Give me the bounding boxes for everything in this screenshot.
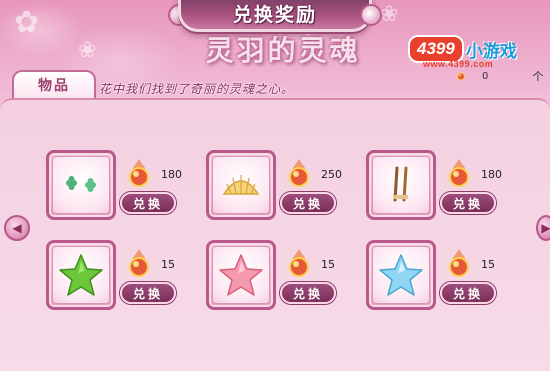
rewards-panel [0,98,550,371]
flower-decoration-icon: ✿ [14,5,40,40]
green-star-icon [59,254,103,296]
exchange-button[interactable]: 兑换 [280,282,336,304]
page-title: 兑换奖励 [232,3,317,26]
item-price: 180 [481,168,502,181]
counter-unit: 个 [532,70,544,83]
exchange-button[interactable]: 兑换 [280,192,336,214]
logo-text: 小游戏 [465,41,517,62]
counter-value: 0 [482,70,489,82]
item-slot[interactable] [206,240,276,310]
title-ornament-right-icon [360,4,382,26]
fire-gem-icon [449,159,469,187]
arrow-left-icon: ◀ [12,221,22,235]
prev-page-button[interactable]: ◀ [4,215,30,241]
fire-gem-icon [289,249,309,277]
flower-decoration-icon: ❀ [380,2,399,27]
reward-item: 15 兑换 [46,240,196,314]
item-price: 15 [321,258,335,271]
fire-gem-icon [129,159,149,187]
exchange-button[interactable]: 兑换 [120,282,176,304]
reward-item: 250 兑换 [206,150,356,224]
item-slot[interactable] [366,150,436,220]
reward-item: 180 兑换 [366,150,516,224]
page-subtitle: 灵羽的灵魂 [205,34,361,67]
item-price: 180 [161,168,182,181]
story-text: 花中我们找到了奇丽的灵魂之心。 [99,82,295,96]
item-price: 15 [481,258,495,271]
clover-earrings-icon [66,176,96,192]
next-page-button[interactable]: ▶ [536,215,550,241]
currency-counter: 0 个 [456,68,550,84]
golden-shell-icon [222,175,260,195]
blue-star-icon [379,254,423,296]
item-slot[interactable] [46,150,116,220]
fire-gem-icon [129,249,149,277]
flower-decoration-icon: ❀ [78,38,97,63]
fire-gem-icon [449,249,469,277]
reward-item: 180 兑换 [46,150,196,224]
reward-item: 15 兑换 [206,240,356,314]
fire-gem-icon [457,72,465,81]
item-price: 15 [161,258,175,271]
exchange-button[interactable]: 兑换 [120,192,176,214]
exchange-button[interactable]: 兑换 [440,192,496,214]
reward-item: 15 兑换 [366,240,516,314]
item-slot[interactable] [366,240,436,310]
item-slot[interactable] [206,150,276,220]
wooden-chopsticks-icon [393,166,408,202]
item-price: 250 [321,168,342,181]
item-slot[interactable] [46,240,116,310]
tab-items[interactable]: 物品 [12,70,96,98]
arrow-right-icon: ▶ [541,221,550,235]
pink-star-icon [219,254,263,296]
fire-gem-icon [289,159,309,187]
exchange-button[interactable]: 兑换 [440,282,496,304]
tab-items-label: 物品 [38,78,70,94]
